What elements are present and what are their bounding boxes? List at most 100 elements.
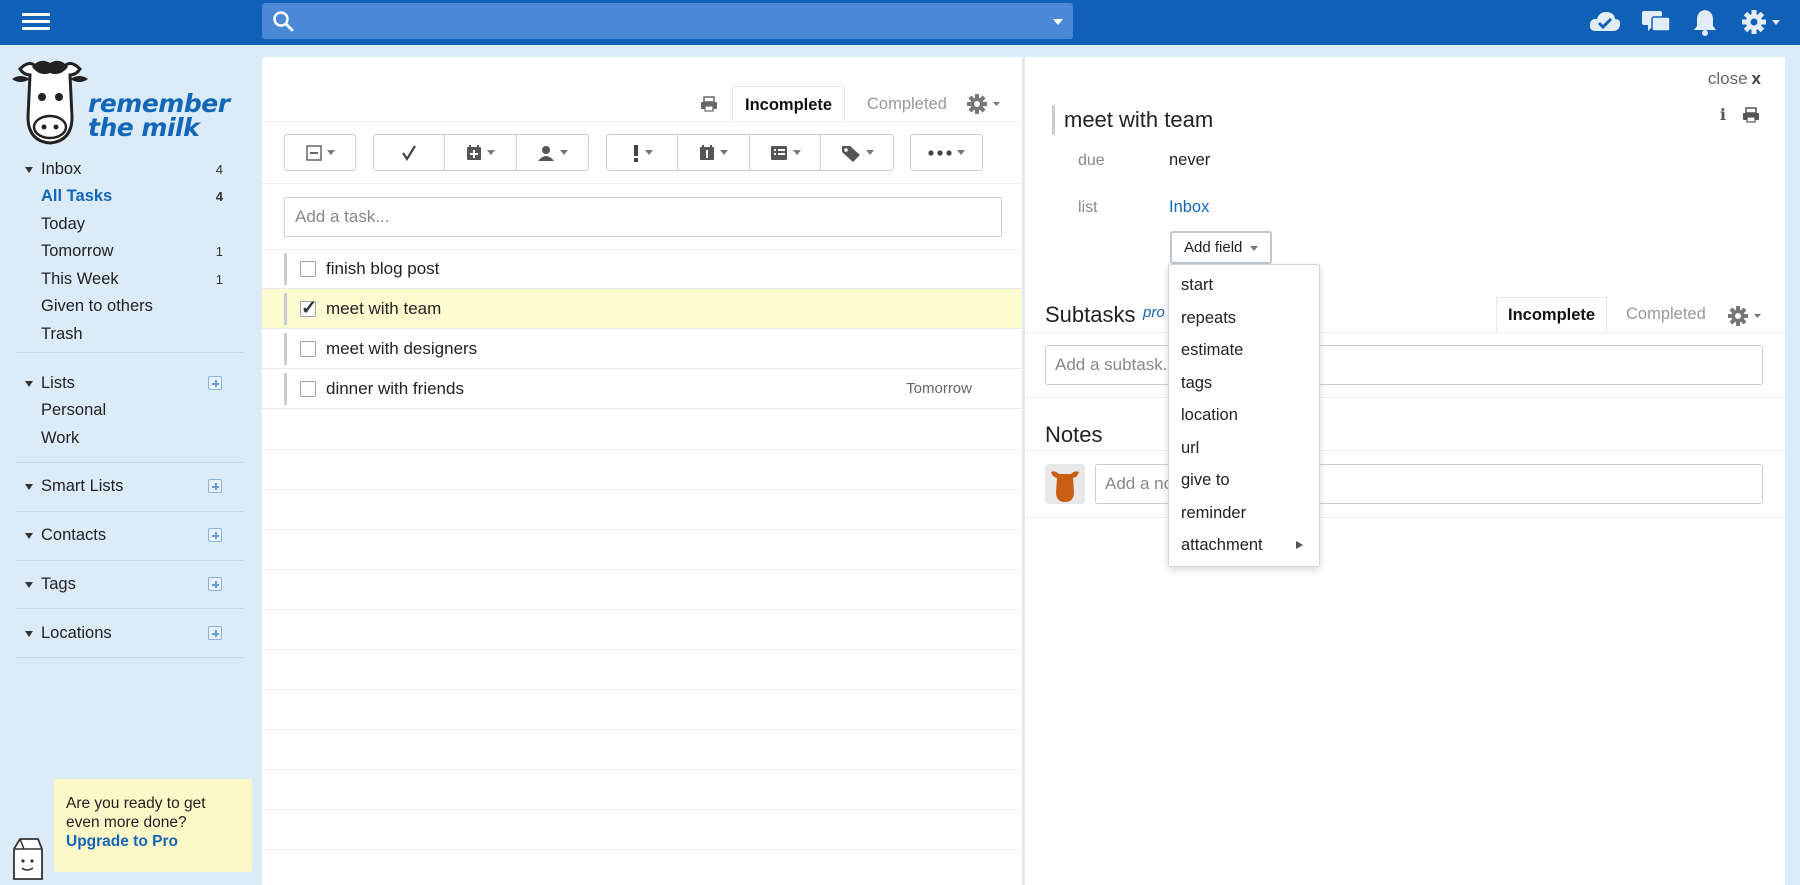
tab-completed[interactable]: Completed (855, 86, 959, 122)
task-checkbox[interactable] (300, 261, 316, 277)
smart-lists-label: Smart Lists (41, 477, 124, 495)
menu-item-tags[interactable]: tags (1169, 367, 1319, 400)
sidebar-item-lists[interactable]: Lists (16, 370, 244, 397)
upgrade-to-pro-link[interactable]: Upgrade to Pro (66, 832, 240, 851)
priority-bar (284, 293, 287, 325)
sidebar-item-given-to-others[interactable]: Given to others (16, 293, 244, 321)
expand-triangle-icon[interactable] (25, 484, 33, 490)
task-row-selected[interactable]: meet with team (262, 289, 1022, 329)
sidebar-item-trash[interactable]: Trash (16, 321, 244, 349)
print-icon[interactable] (700, 96, 718, 112)
postpone-button[interactable] (445, 135, 517, 170)
sidebar-item-contacts[interactable]: Contacts (16, 522, 244, 549)
menu-item-attachment[interactable]: attachment (1169, 529, 1319, 562)
close-button[interactable]: close x (1708, 69, 1761, 89)
add-tag-icon[interactable] (208, 577, 222, 591)
add-contact-icon[interactable] (208, 528, 222, 542)
list-settings-gear-icon[interactable] (967, 93, 1003, 115)
task-title[interactable]: meet with team (1052, 105, 1213, 135)
select-button[interactable] (285, 135, 355, 170)
expand-triangle-icon[interactable] (25, 533, 33, 539)
assign-button[interactable] (517, 135, 588, 170)
complete-button[interactable] (374, 135, 445, 170)
list-value-link[interactable]: Inbox (1169, 198, 1209, 217)
subtasks-settings-gear-icon[interactable] (1728, 305, 1764, 327)
print-icon[interactable] (1742, 107, 1760, 123)
sidebar-item-locations[interactable]: Locations (16, 620, 244, 647)
divider (262, 121, 1022, 122)
pro-badge[interactable]: pro (1143, 304, 1165, 321)
sidebar-item-personal[interactable]: Personal (16, 397, 244, 425)
task-row[interactable]: finish blog post (262, 249, 1022, 289)
menu-item-url[interactable]: url (1169, 432, 1319, 465)
move-to-list-button[interactable] (750, 135, 821, 170)
menu-item-estimate[interactable]: estimate (1169, 334, 1319, 367)
task-name[interactable]: meet with designers (326, 339, 477, 359)
menu-item-start[interactable]: start (1169, 269, 1319, 302)
tab-subtasks-completed[interactable]: Completed (1615, 297, 1717, 332)
sidebar-item-smart-lists[interactable]: Smart Lists (16, 473, 244, 500)
sidebar-item-tags[interactable]: Tags (16, 571, 244, 598)
task-checkbox[interactable] (300, 297, 317, 320)
task-name[interactable]: meet with team (326, 299, 441, 319)
divider (16, 608, 244, 609)
due-value[interactable]: never (1169, 151, 1210, 170)
close-icon: x (1751, 69, 1761, 88)
ruled-line (262, 769, 1022, 770)
sidebar-item-this-week[interactable]: This Week 1 (16, 266, 244, 294)
top-bar (0, 0, 1800, 45)
add-field-button[interactable]: Add field (1170, 231, 1273, 264)
tag-icon (841, 145, 860, 162)
priority-bar (284, 333, 287, 365)
tab-incomplete[interactable]: Incomplete (732, 86, 846, 122)
search-bar[interactable] (262, 3, 1073, 39)
menu-item-reminder[interactable]: reminder (1169, 497, 1319, 530)
select-checkbox-icon (305, 144, 322, 161)
sidebar: remember the milk Inbox 4 All Tasks 4 To… (0, 45, 262, 885)
priority-button[interactable] (607, 135, 678, 170)
tag-button[interactable] (821, 135, 893, 170)
due-date-button[interactable] (678, 135, 750, 170)
sidebar-item-tomorrow[interactable]: Tomorrow 1 (16, 238, 244, 266)
ruled-line (262, 849, 1022, 850)
add-subtask-input[interactable] (1045, 345, 1763, 385)
menu-icon[interactable] (22, 10, 50, 32)
task-checkbox[interactable] (300, 381, 316, 397)
nav-count: 1 (215, 271, 223, 287)
add-field-label: Add field (1184, 239, 1243, 256)
inbox-label: Inbox (41, 160, 82, 178)
menu-item-location[interactable]: location (1169, 399, 1319, 432)
menu-item-give-to[interactable]: give to (1169, 464, 1319, 497)
add-list-icon[interactable] (208, 376, 222, 390)
expand-triangle-icon[interactable] (25, 381, 33, 387)
task-row[interactable]: dinner with friends Tomorrow (262, 369, 1022, 409)
info-icon[interactable]: i (1720, 105, 1726, 124)
add-smart-list-icon[interactable] (208, 479, 222, 493)
task-name[interactable]: finish blog post (326, 259, 439, 279)
task-checkbox[interactable] (300, 341, 316, 357)
tab-subtasks-incomplete[interactable]: Incomplete (1496, 297, 1608, 332)
cow-logo-icon[interactable] (10, 57, 90, 149)
sidebar-item-work[interactable]: Work (16, 425, 244, 453)
menu-item-repeats[interactable]: repeats (1169, 302, 1319, 335)
cloud-sync-icon[interactable] (1588, 7, 1622, 37)
add-task-input[interactable] (284, 197, 1002, 237)
search-options-chevron-icon[interactable] (1053, 19, 1063, 25)
more-actions-button[interactable] (911, 135, 982, 170)
sidebar-item-inbox[interactable]: Inbox 4 (16, 156, 244, 183)
sidebar-item-all-tasks[interactable]: All Tasks 4 (16, 183, 244, 211)
bell-icon[interactable] (1691, 7, 1719, 37)
lists-label: Lists (41, 374, 75, 392)
sidebar-item-today[interactable]: Today (16, 211, 244, 239)
task-name[interactable]: dinner with friends (326, 379, 464, 399)
brand-wordmark[interactable]: remember the milk (88, 91, 230, 140)
expand-triangle-icon[interactable] (25, 582, 33, 588)
search-input[interactable] (302, 3, 1022, 39)
chat-icon[interactable] (1640, 7, 1672, 37)
add-location-icon[interactable] (208, 626, 222, 640)
expand-triangle-icon[interactable] (25, 167, 33, 173)
task-row[interactable]: meet with designers (262, 329, 1022, 369)
gear-icon[interactable] (1740, 7, 1782, 37)
expand-triangle-icon[interactable] (25, 631, 33, 637)
ruled-line (262, 649, 1022, 650)
